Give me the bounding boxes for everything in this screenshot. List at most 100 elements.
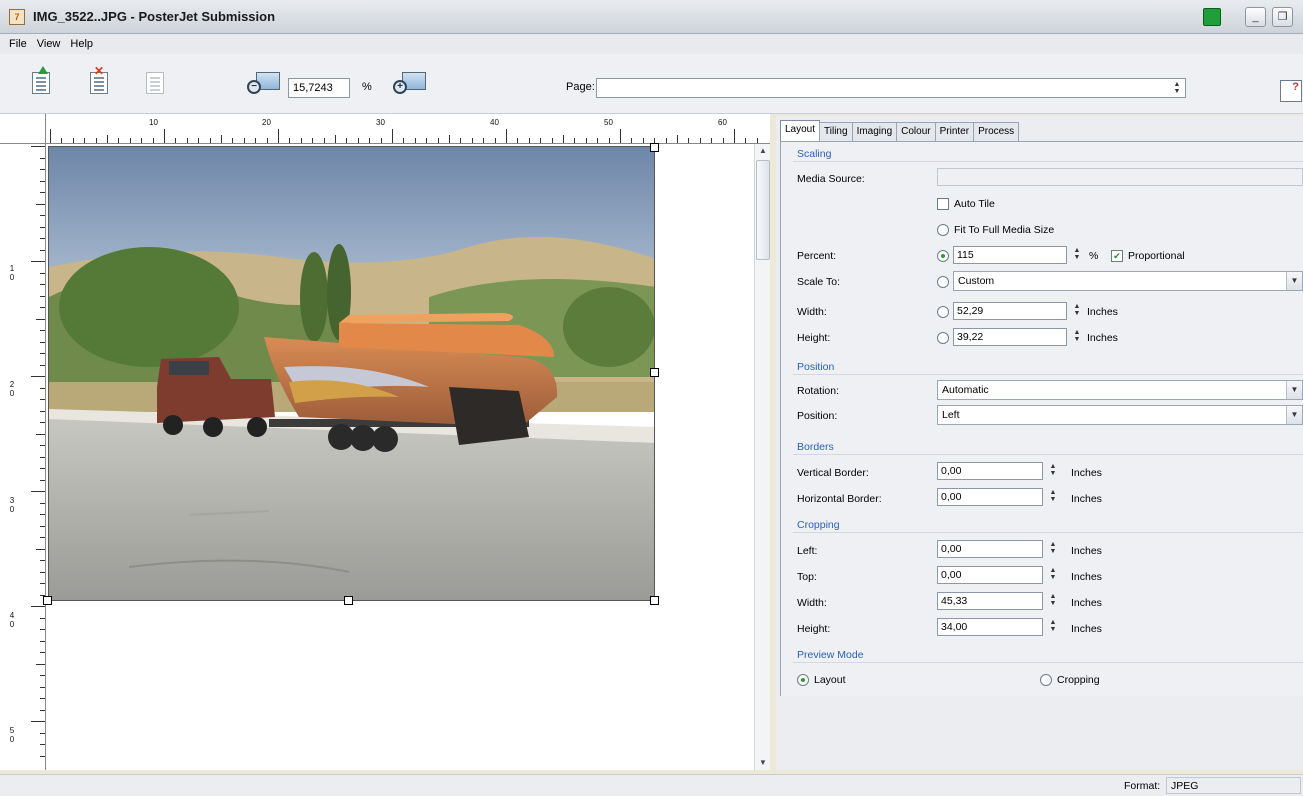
crop-top-input[interactable]: 0,00 (937, 566, 1043, 584)
crop-left-input[interactable]: 0,00 (937, 540, 1043, 558)
ruler-tick (31, 376, 45, 377)
ruler-tick (677, 135, 678, 143)
height-radio[interactable] (937, 332, 949, 344)
page-input[interactable]: ▲ ▼ (596, 78, 1186, 98)
chevron-down-icon[interactable]: ▼ (1286, 381, 1302, 399)
crop-top-spinner-icon[interactable]: ▲ ▼ (1047, 567, 1059, 581)
fit-full-media-radio[interactable] (937, 224, 949, 236)
ruler-tick (40, 353, 45, 354)
scroll-down-icon[interactable]: ▼ (756, 756, 770, 770)
width-radio[interactable] (937, 306, 949, 318)
ruler-tick (95, 138, 97, 143)
ruler-tick (175, 138, 177, 143)
menu-view[interactable]: View (32, 38, 66, 50)
ruler-corner (0, 114, 46, 144)
ruler-tick (31, 146, 45, 147)
minimize-button[interactable]: _ (1245, 7, 1266, 27)
import-document-icon[interactable] (28, 66, 56, 96)
tab-printer[interactable]: Printer (934, 122, 975, 142)
tab-tiling[interactable]: Tiling (819, 122, 853, 142)
vertical-border-spinner-icon[interactable]: ▲ ▼ (1047, 463, 1059, 477)
crop-left-spinner-icon[interactable]: ▲ ▼ (1047, 541, 1059, 555)
ruler-tick (414, 138, 416, 143)
document-properties-icon[interactable] (142, 66, 170, 96)
ruler-tick (40, 226, 45, 228)
menu-bar: File View Help (0, 34, 1303, 54)
tab-strip: Layout Tiling Imaging Colour Printer Pro… (780, 120, 1020, 142)
ruler-tick (40, 169, 45, 170)
ruler-tick (40, 617, 45, 619)
tab-layout[interactable]: Layout (780, 120, 821, 142)
vertical-border-input[interactable]: 0,00 (937, 462, 1043, 480)
ruler-tick (551, 138, 553, 143)
ruler-label: 1 0 (9, 264, 15, 282)
tab-process[interactable]: Process (973, 122, 1020, 142)
chevron-down-icon[interactable]: ▼ (1286, 272, 1302, 290)
context-help-icon[interactable]: ? (1280, 80, 1302, 102)
ruler-tick (40, 629, 45, 630)
ruler-tick (61, 138, 63, 143)
resize-handle-bottom[interactable] (344, 596, 353, 605)
chevron-down-icon[interactable]: ▼ (1286, 406, 1302, 424)
width-input[interactable]: 52,29 (953, 302, 1067, 320)
proportional-checkbox[interactable]: ✔ (1111, 250, 1123, 262)
crop-left-unit: Inches (1071, 545, 1102, 557)
ruler-tick (118, 138, 120, 143)
height-input[interactable]: 39,22 (953, 328, 1067, 346)
page-spinner-icon[interactable]: ▲ ▼ (1171, 81, 1183, 95)
scroll-up-icon[interactable]: ▲ (756, 144, 770, 158)
menu-help[interactable]: Help (65, 38, 98, 50)
position-select[interactable]: Left ▼ (937, 405, 1303, 425)
scale-to-select[interactable]: Custom ▼ (953, 271, 1303, 291)
tab-imaging[interactable]: Imaging (851, 122, 898, 142)
rotation-label: Rotation: (797, 385, 840, 397)
preview-layout-radio[interactable] (797, 674, 809, 686)
height-spinner-icon[interactable]: ▲ ▼ (1071, 329, 1083, 343)
zoom-out-icon[interactable]: − (244, 70, 282, 100)
menu-file[interactable]: File (4, 38, 32, 50)
ruler-tick (631, 138, 633, 143)
ruler-tick (323, 138, 325, 143)
resize-handle-bottom-left[interactable] (43, 596, 52, 605)
auto-tile-checkbox[interactable] (937, 198, 949, 210)
percent-input[interactable]: 115 (953, 246, 1067, 264)
zoom-in-icon[interactable]: + (390, 70, 428, 100)
crop-height-input[interactable]: 34,00 (937, 618, 1043, 636)
scale-to-radio[interactable] (937, 276, 949, 288)
horizontal-border-spinner-icon[interactable]: ▲ ▼ (1047, 489, 1059, 503)
delete-document-icon[interactable]: ✕ (86, 64, 114, 96)
ruler-label: 2 0 (9, 380, 15, 398)
ruler-tick (574, 138, 576, 143)
preview-cropping-radio[interactable] (1040, 674, 1052, 686)
vertical-scrollbar[interactable]: ▲ ▼ (754, 144, 770, 770)
layout-tab-panel: Scaling Media Source: Auto Tile Fit To F… (780, 141, 1303, 696)
percent-spinner-icon[interactable]: ▲ ▼ (1071, 247, 1083, 261)
scroll-thumb[interactable] (756, 160, 770, 260)
resize-handle-top-right[interactable] (650, 143, 659, 152)
ruler-tick (40, 330, 45, 331)
crop-width-spinner-icon[interactable]: ▲ ▼ (1047, 593, 1059, 607)
restore-button[interactable]: ❐ (1272, 7, 1293, 27)
horizontal-border-input[interactable]: 0,00 (937, 488, 1043, 506)
ruler-label: 20 (262, 118, 271, 127)
ruler-tick (221, 135, 222, 143)
crop-height-spinner-icon[interactable]: ▲ ▼ (1047, 619, 1059, 633)
cropping-group-title: Cropping (797, 519, 840, 531)
zoom-input[interactable]: 15,7243 (288, 78, 350, 98)
percent-radio[interactable] (937, 250, 949, 262)
ruler-tick (335, 135, 336, 143)
image-preview[interactable] (48, 146, 655, 601)
tab-colour[interactable]: Colour (896, 122, 936, 142)
ruler-tick (40, 238, 45, 239)
resize-handle-right[interactable] (650, 368, 659, 377)
resize-handle-bottom-right[interactable] (650, 596, 659, 605)
printer-status-icon[interactable] (1203, 8, 1221, 26)
ruler-tick (40, 192, 45, 193)
app-icon[interactable]: 7 (9, 8, 25, 25)
scaling-group-title: Scaling (797, 148, 832, 160)
ruler-label: 5 0 (9, 726, 15, 744)
crop-width-input[interactable]: 45,33 (937, 592, 1043, 610)
preview-canvas: 10 20 30 40 50 60 1 0 2 0 3 0 4 0 5 0 ▲ … (0, 114, 770, 770)
width-spinner-icon[interactable]: ▲ ▼ (1071, 303, 1083, 317)
rotation-select[interactable]: Automatic ▼ (937, 380, 1303, 400)
